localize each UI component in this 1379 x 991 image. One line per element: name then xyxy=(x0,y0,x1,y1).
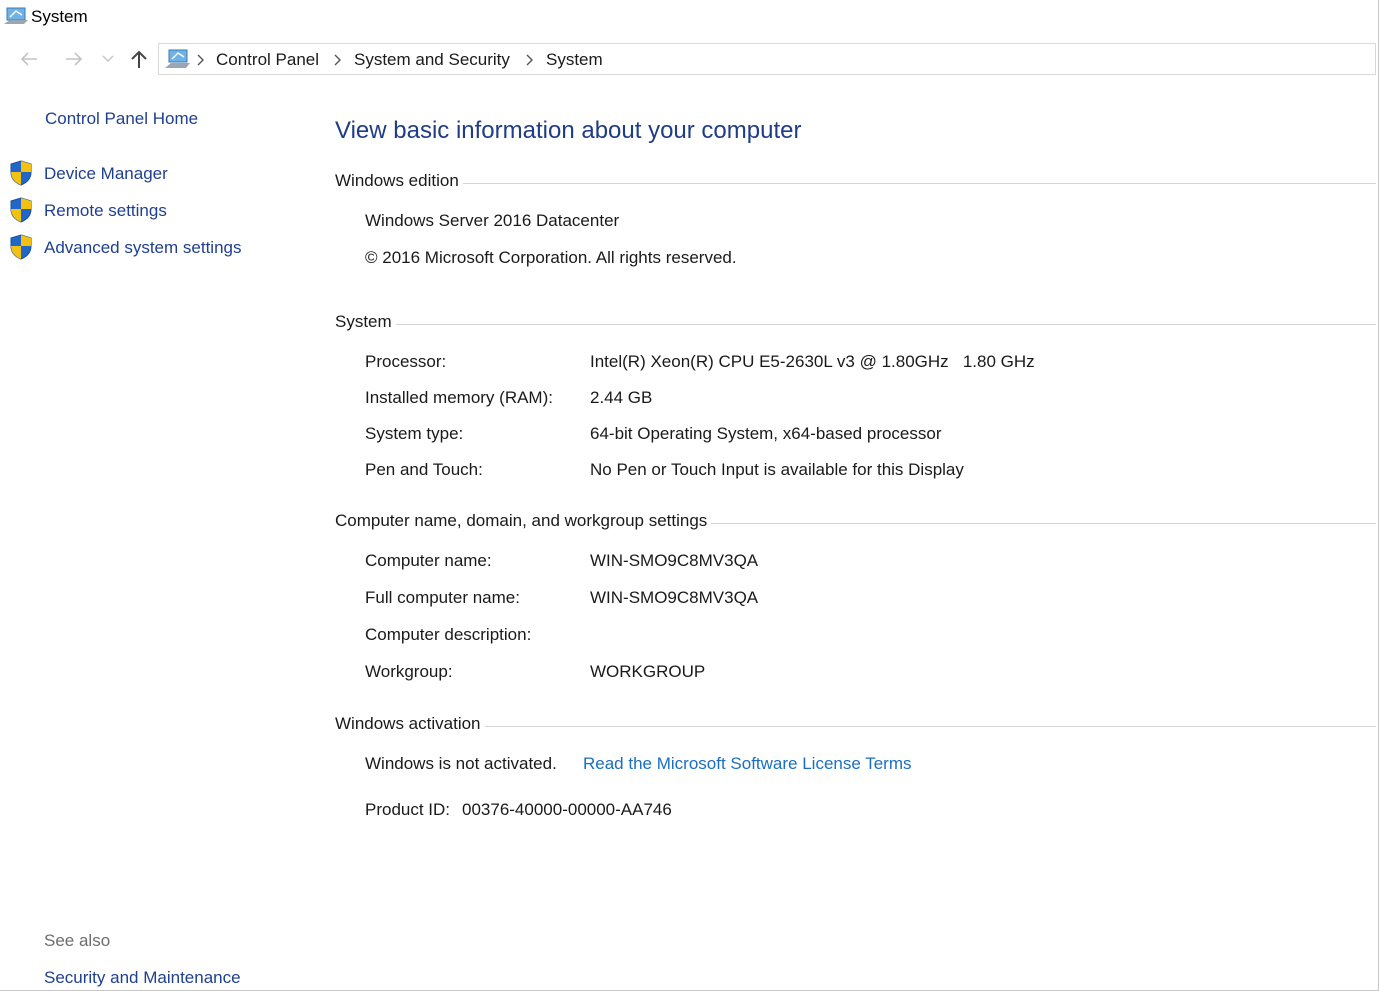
product-id-value: 00376-40000-00000-AA746 xyxy=(462,800,672,819)
page-title: View basic information about your comput… xyxy=(335,117,802,144)
system-type-label: System type: xyxy=(365,424,464,443)
arrow-left-icon xyxy=(20,52,37,66)
computer-description-label: Computer description: xyxy=(365,625,532,644)
system-section: System xyxy=(335,310,1376,334)
advanced-system-settings-link[interactable]: Advanced system settings xyxy=(44,238,241,258)
window-title: System xyxy=(31,7,88,26)
section-heading: Windows edition xyxy=(335,171,459,190)
recent-locations-button[interactable] xyxy=(97,46,119,72)
breadcrumb-system-and-security[interactable]: System and Security xyxy=(354,50,510,70)
chevron-down-icon xyxy=(102,55,114,62)
pen-touch-label: Pen and Touch: xyxy=(365,460,483,479)
up-button[interactable] xyxy=(126,46,152,72)
full-computer-name-value: WIN-SMO9C8MV3QA xyxy=(590,588,759,607)
security-and-maintenance-link[interactable]: Security and Maintenance xyxy=(44,968,241,988)
section-divider xyxy=(462,182,1376,184)
section-heading: System xyxy=(335,312,392,331)
copyright-text: © 2016 Microsoft Corporation. All rights… xyxy=(365,248,737,267)
shield-icon xyxy=(10,197,32,223)
chevron-right-icon[interactable] xyxy=(524,53,536,67)
full-computer-name-label: Full computer name: xyxy=(365,588,520,607)
computer-name-value: WIN-SMO9C8MV3QA xyxy=(590,551,759,570)
address-bar[interactable]: Control Panel System and Security System xyxy=(158,43,1376,75)
section-divider xyxy=(395,323,1376,325)
system-window: System Control Panel System and Security… xyxy=(0,0,1379,991)
arrow-up-icon xyxy=(131,50,147,68)
navigation-bar: Control Panel System and Security System xyxy=(0,42,1378,76)
title-bar: System xyxy=(0,0,1378,36)
memory-label: Installed memory (RAM): xyxy=(365,388,553,407)
forward-button[interactable] xyxy=(61,46,87,72)
shield-icon xyxy=(10,234,32,260)
license-terms-link[interactable]: Read the Microsoft Software License Term… xyxy=(583,754,912,774)
main-content: View basic information about your comput… xyxy=(335,90,1378,990)
back-button[interactable] xyxy=(16,46,42,72)
pen-touch-value: No Pen or Touch Input is available for t… xyxy=(590,460,964,479)
processor-label: Processor: xyxy=(365,352,447,371)
computer-name-label: Computer name: xyxy=(365,551,492,570)
product-id-label: Product ID: xyxy=(365,800,451,819)
control-panel-icon xyxy=(165,49,190,68)
chevron-right-icon[interactable] xyxy=(332,53,344,67)
system-icon xyxy=(4,7,28,24)
section-heading: Computer name, domain, and workgroup set… xyxy=(335,511,708,530)
system-type-value: 64-bit Operating System, x64-based proce… xyxy=(590,424,942,443)
breadcrumb-system[interactable]: System xyxy=(546,50,603,70)
see-also-heading: See also xyxy=(44,931,111,950)
workgroup-value: WORKGROUP xyxy=(590,662,706,681)
computer-name-section: Computer name, domain, and workgroup set… xyxy=(335,509,1376,533)
remote-settings-link[interactable]: Remote settings xyxy=(44,201,167,221)
memory-value: 2.44 GB xyxy=(590,388,653,407)
left-pane: Control Panel Home Device Manager Remote… xyxy=(0,90,310,990)
breadcrumb-control-panel[interactable]: Control Panel xyxy=(216,50,319,70)
arrow-right-icon xyxy=(66,52,83,66)
processor-value: Intel(R) Xeon(R) CPU E5-2630L v3 @ 1.80G… xyxy=(590,352,1035,371)
section-divider xyxy=(484,725,1376,727)
section-divider xyxy=(711,522,1376,524)
workgroup-label: Workgroup: xyxy=(365,662,453,681)
chevron-right-icon xyxy=(197,54,204,66)
windows-activation-section: Windows activation xyxy=(335,712,1376,736)
windows-edition-section: Windows edition xyxy=(335,169,1376,193)
section-heading: Windows activation xyxy=(335,714,481,733)
control-panel-home-link[interactable]: Control Panel Home xyxy=(45,109,198,129)
edition-name: Windows Server 2016 Datacenter xyxy=(365,211,620,230)
activation-status: Windows is not activated. xyxy=(365,754,557,773)
device-manager-link[interactable]: Device Manager xyxy=(44,164,168,184)
shield-icon xyxy=(10,160,32,186)
